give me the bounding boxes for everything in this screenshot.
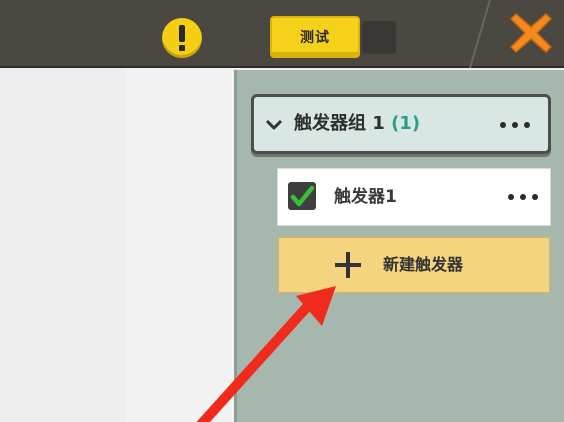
top-toolbar: 测试 bbox=[0, 0, 564, 68]
close-icon[interactable] bbox=[508, 10, 554, 56]
more-options-icon[interactable] bbox=[508, 194, 542, 202]
new-trigger-button[interactable]: 新建触发器 bbox=[277, 236, 551, 294]
test-mode-toggle[interactable]: 测试 bbox=[270, 16, 398, 58]
trigger-list-item[interactable]: 触发器1 bbox=[277, 168, 551, 226]
trigger-editor-screen: 测试 触发器组 1 (1) 触发器1 新建触发器 bbox=[0, 0, 564, 422]
editor-canvas[interactable] bbox=[0, 68, 234, 422]
trigger-group-name: 触发器组 1 bbox=[294, 113, 385, 134]
test-label: 测试 bbox=[300, 30, 330, 46]
plus-icon bbox=[335, 252, 361, 278]
new-trigger-label: 新建触发器 bbox=[383, 255, 464, 274]
trigger-group-title: 触发器组 1 (1) bbox=[294, 97, 420, 151]
more-options-icon[interactable] bbox=[500, 122, 534, 130]
trigger-panel: 触发器组 1 (1) 触发器1 新建触发器 bbox=[234, 70, 564, 422]
toolbar-divider bbox=[469, 0, 491, 68]
chevron-down-icon[interactable] bbox=[264, 115, 284, 135]
toggle-track[interactable] bbox=[362, 21, 396, 54]
test-button[interactable]: 测试 bbox=[270, 16, 360, 58]
exclamation-icon[interactable] bbox=[162, 18, 202, 58]
trigger-name: 触发器1 bbox=[334, 187, 397, 207]
trigger-enabled-checkbox[interactable] bbox=[288, 182, 316, 210]
trigger-group-count: (1) bbox=[391, 113, 421, 134]
checkmark-icon bbox=[290, 185, 315, 207]
trigger-group-header[interactable]: 触发器组 1 (1) bbox=[251, 94, 551, 154]
